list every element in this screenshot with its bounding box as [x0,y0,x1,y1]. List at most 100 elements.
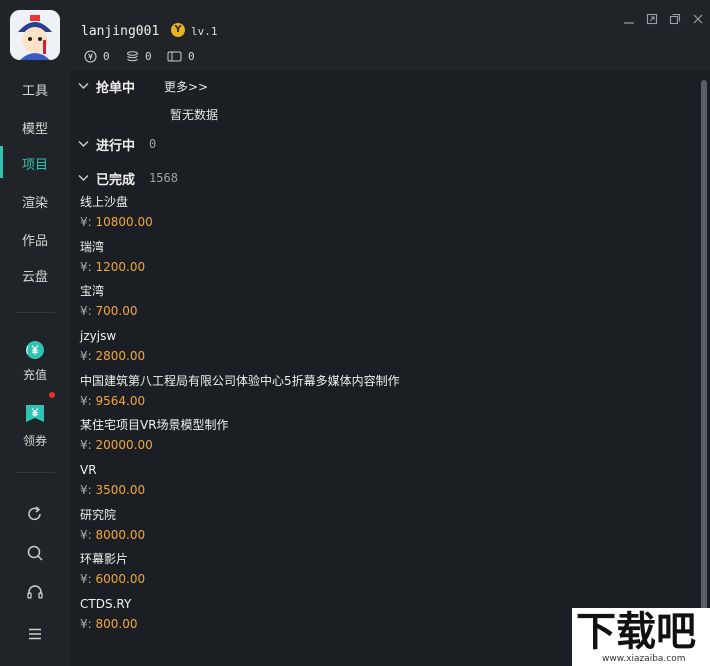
project-name: 瑞湾 [80,240,105,254]
section-title: 已完成 [96,172,136,188]
section-title: 抢单中 [96,80,136,96]
project-name: 研究院 [80,508,117,522]
recharge-icon [25,340,45,363]
chevron-down-icon [76,140,90,148]
currency-label: ¥: [80,572,92,586]
price-amount: 700.00 [95,304,138,318]
currency-label: ¥: [80,617,92,631]
level-badge-icon: Y [171,23,185,37]
stat-coins-value: 0 [145,50,152,63]
project-name: 中国建筑第八工程局有限公司体验中心5折幕多媒体内容制作 [80,374,400,388]
project-name: 某住宅项目VR场景模型制作 [80,418,229,432]
sidebar-item-label: 云盘 [21,269,48,285]
price-amount: 1200.00 [95,260,146,274]
recharge-label: 充值 [22,368,47,382]
price-amount: 6000.00 [95,572,146,586]
project-price: ¥: 9564.00 [80,393,680,409]
project-name: 环幕影片 [80,552,129,566]
currency-label: ¥: [80,349,92,363]
yuan-coin-icon [84,50,97,63]
top-header: lanjing001 Y lv.1 0 0 0 [0,0,710,70]
headset-icon[interactable] [25,582,45,602]
project-price: ¥: 20000.00 [80,437,680,453]
coupon-button[interactable]: 领券 [0,392,70,449]
coupon-label: 领券 [22,434,47,448]
watermark-logo: 下载吧 www.xiazaiba.com [572,608,710,666]
currency-label: ¥: [80,304,92,318]
ticket-icon [167,50,182,63]
refresh-icon[interactable] [25,504,45,524]
section-count: 1568 [149,171,178,185]
sidebar-item-projects[interactable]: 项目 [0,145,70,181]
list-item[interactable]: VR ¥: 3500.00 [80,462,680,506]
project-price: ¥: 1200.00 [80,259,680,275]
sidebar-item-label: 渲染 [21,195,48,211]
sidebar-item-label: 模型 [21,121,48,137]
scrollbar-thumb[interactable] [701,80,707,655]
sidebar-item-models[interactable]: 模型 [0,109,70,145]
list-item[interactable]: 线上沙盘 ¥: 10800.00 [80,194,680,238]
project-name: 宝湾 [80,284,105,298]
sidebar-item-label: 作品 [21,233,48,249]
section-grabbing[interactable]: 抢单中 [70,74,690,98]
avatar[interactable] [10,10,60,60]
search-icon[interactable] [25,543,45,563]
currency-label: ¥: [80,394,92,408]
recharge-button[interactable]: 充值 [0,340,70,383]
stat-tickets-value: 0 [188,50,195,63]
sidebar-item-works[interactable]: 作品 [0,221,70,257]
chevron-down-icon [76,82,90,90]
empty-state: 暂无数据 [170,108,219,122]
currency-label: ¥: [80,215,92,229]
section-in-progress[interactable]: 进行中 0 [70,132,690,156]
project-price: ¥: 6000.00 [80,571,680,587]
restore-icon[interactable] [643,10,660,27]
section-completed[interactable]: 已完成 1568 [70,166,690,190]
list-item[interactable]: 研究院 ¥: 8000.00 [80,507,680,551]
more-link[interactable]: 更多>> [164,78,208,95]
list-item[interactable]: 环幕影片 ¥: 6000.00 [80,551,680,595]
user-level: lv.1 [191,25,218,38]
list-item[interactable]: jzyjsw ¥: 2800.00 [80,328,680,372]
sidebar-item-label: 项目 [21,157,48,173]
price-amount: 10800.00 [95,215,153,229]
project-panel: 抢单中 更多>> 暂无数据 进行中 0 已完成 1568 线上沙盘 ¥: 108… [70,70,698,666]
watermark-text: 下载吧 [576,609,696,655]
stat-balance: 0 [84,50,110,63]
close-icon[interactable] [689,10,706,27]
project-price: ¥: 700.00 [80,303,680,319]
divider [15,472,55,473]
currency-label: ¥: [80,528,92,542]
project-price: ¥: 10800.00 [80,214,680,230]
stack-coins-icon [126,50,139,63]
currency-label: ¥: [80,438,92,452]
price-amount: 20000.00 [95,438,153,452]
project-price: ¥: 2800.00 [80,348,680,364]
price-amount: 3500.00 [95,483,146,497]
sidebar: 工具 模型 项目 渲染 作品 云盘 充值 领券 [0,70,70,666]
sidebar-item-tools[interactable]: 工具 [0,71,70,107]
project-name: 线上沙盘 [80,195,129,209]
username: lanjing001 [81,24,160,39]
stat-balance-value: 0 [103,50,110,63]
price-amount: 2800.00 [95,349,146,363]
menu-icon[interactable] [25,624,45,644]
project-name: jzyjsw [80,329,117,343]
price-amount: 8000.00 [95,528,146,542]
list-item[interactable]: 瑞湾 ¥: 1200.00 [80,239,680,283]
section-count: 0 [149,137,157,151]
price-amount: 9564.00 [95,394,146,408]
sidebar-item-render[interactable]: 渲染 [0,183,70,219]
maximize-icon[interactable] [666,10,683,27]
list-item[interactable]: 中国建筑第八工程局有限公司体验中心5折幕多媒体内容制作 ¥: 9564.00 [80,373,680,417]
watermark-url: www.xiazaiba.com [602,654,686,664]
minimize-icon[interactable] [620,10,637,27]
list-item[interactable]: 某住宅项目VR场景模型制作 ¥: 20000.00 [80,417,680,461]
section-title: 进行中 [96,138,136,154]
window-controls [620,10,706,27]
sidebar-item-label: 工具 [21,83,48,99]
list-item[interactable]: 宝湾 ¥: 700.00 [80,283,680,327]
sidebar-item-cloud[interactable]: 云盘 [0,257,70,293]
divider [15,312,55,313]
notification-dot [49,392,55,398]
